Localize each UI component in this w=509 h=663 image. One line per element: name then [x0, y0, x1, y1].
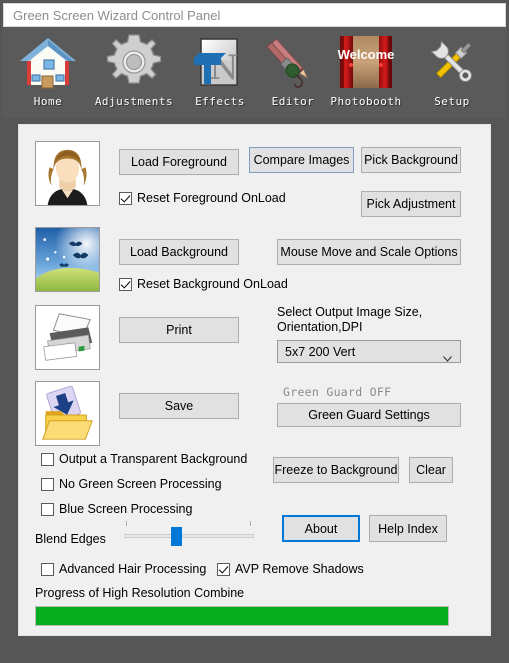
blue-screen-processing-checkbox[interactable]: Blue Screen Processing — [41, 502, 192, 516]
freeze-to-background-button[interactable]: Freeze to Background — [273, 457, 399, 483]
toolbar-label-home: Home — [33, 95, 63, 108]
output-size-label-line1: Select Output Image Size, — [277, 305, 423, 319]
wrench-screwdriver-icon — [421, 31, 483, 93]
toolbar-label-adjustments: Adjustments — [94, 95, 174, 108]
window-title: Green Screen Wizard Control Panel — [13, 8, 221, 23]
checkbox-box[interactable] — [119, 191, 132, 205]
load-background-button[interactable]: Load Background — [119, 239, 239, 265]
reset-background-onload-checkbox[interactable]: Reset Background OnLoad — [119, 277, 288, 291]
chevron-down-icon — [443, 349, 452, 362]
output-size-select[interactable]: 5x7 200 Vert — [277, 340, 461, 363]
progress-bar-fill — [36, 607, 448, 625]
output-size-label-line2: Orientation,DPI — [277, 320, 363, 334]
blue-screen-processing-label: Blue Screen Processing — [59, 502, 193, 516]
background-thumbnail[interactable] — [35, 227, 100, 292]
svg-text:Welcome: Welcome — [338, 47, 395, 62]
slider-thumb[interactable] — [171, 527, 182, 546]
checkbox-box[interactable] — [41, 562, 54, 576]
no-green-screen-processing-label: No Green Screen Processing — [59, 477, 222, 491]
welcome-curtain-icon: Welcome — [335, 31, 397, 93]
mouse-move-scale-options-button[interactable]: Mouse Move and Scale Options — [277, 239, 461, 265]
slider-track[interactable] — [124, 534, 254, 538]
checkbox-box[interactable] — [217, 562, 230, 576]
progress-bar — [35, 606, 449, 626]
toolbar-label-photobooth: Photobooth — [330, 95, 402, 108]
checkbox-box[interactable] — [41, 502, 54, 516]
control-panel-body: Load Foreground Reset Foreground OnLoad … — [18, 124, 491, 636]
text-effects-icon: N — [189, 31, 251, 93]
blend-edges-label: Blend Edges — [35, 532, 106, 546]
foreground-thumbnail[interactable] — [35, 141, 100, 206]
pick-adjustment-button[interactable]: Pick Adjustment — [361, 191, 461, 217]
about-button[interactable]: About — [282, 515, 360, 542]
avp-remove-shadows-checkbox[interactable]: AVP Remove Shadows — [217, 562, 364, 576]
checkbox-box[interactable] — [119, 277, 132, 291]
help-index-button[interactable]: Help Index — [369, 515, 447, 542]
clear-button[interactable]: Clear — [409, 457, 453, 483]
toolbar-item-home[interactable]: Home — [5, 31, 91, 118]
progress-label: Progress of High Resolution Combine — [35, 586, 245, 600]
slider-tick — [250, 521, 251, 526]
save-thumbnail — [35, 381, 100, 446]
load-foreground-button[interactable]: Load Foreground — [119, 149, 239, 175]
green-guard-settings-button[interactable]: Green Guard Settings — [277, 403, 461, 427]
compare-images-button[interactable]: Compare Images — [249, 147, 354, 173]
print-thumbnail — [35, 305, 100, 370]
reset-foreground-onload-checkbox[interactable]: Reset Foreground OnLoad — [119, 191, 286, 205]
title-bar: Green Screen Wizard Control Panel — [3, 3, 506, 27]
output-transparent-background-checkbox[interactable]: Output a Transparent Background — [41, 452, 247, 466]
advanced-hair-processing-label: Advanced Hair Processing — [59, 562, 207, 576]
main-toolbar: Home Adjustments N Effects Editor Welcom… — [3, 27, 506, 118]
output-size-selected-value: 5x7 200 Vert — [285, 344, 356, 359]
brush-pencil-icon — [262, 31, 324, 93]
home-icon — [17, 31, 79, 93]
reset-background-onload-label: Reset Background OnLoad — [137, 277, 288, 291]
output-transparent-background-label: Output a Transparent Background — [59, 452, 248, 466]
advanced-hair-processing-checkbox[interactable]: Advanced Hair Processing — [41, 562, 206, 576]
blend-edges-slider[interactable] — [124, 521, 254, 547]
app-window: Green Screen Wizard Control Panel Home A… — [0, 0, 509, 663]
green-guard-status: Green Guard OFF — [283, 385, 392, 399]
checkbox-box[interactable] — [41, 477, 54, 491]
gear-icon — [103, 31, 165, 93]
toolbar-item-photobooth[interactable]: Welcome Photobooth — [323, 31, 409, 118]
reset-foreground-onload-label: Reset Foreground OnLoad — [137, 191, 286, 205]
checkbox-box[interactable] — [41, 452, 54, 466]
pick-background-button[interactable]: Pick Background — [361, 147, 461, 173]
toolbar-item-setup[interactable]: Setup — [409, 31, 495, 118]
avp-remove-shadows-label: AVP Remove Shadows — [235, 562, 364, 576]
toolbar-item-adjustments[interactable]: Adjustments — [91, 31, 177, 118]
print-button[interactable]: Print — [119, 317, 239, 343]
slider-tick — [126, 521, 127, 526]
toolbar-label-setup: Setup — [434, 95, 470, 108]
save-button[interactable]: Save — [119, 393, 239, 419]
no-green-screen-processing-checkbox[interactable]: No Green Screen Processing — [41, 477, 222, 491]
